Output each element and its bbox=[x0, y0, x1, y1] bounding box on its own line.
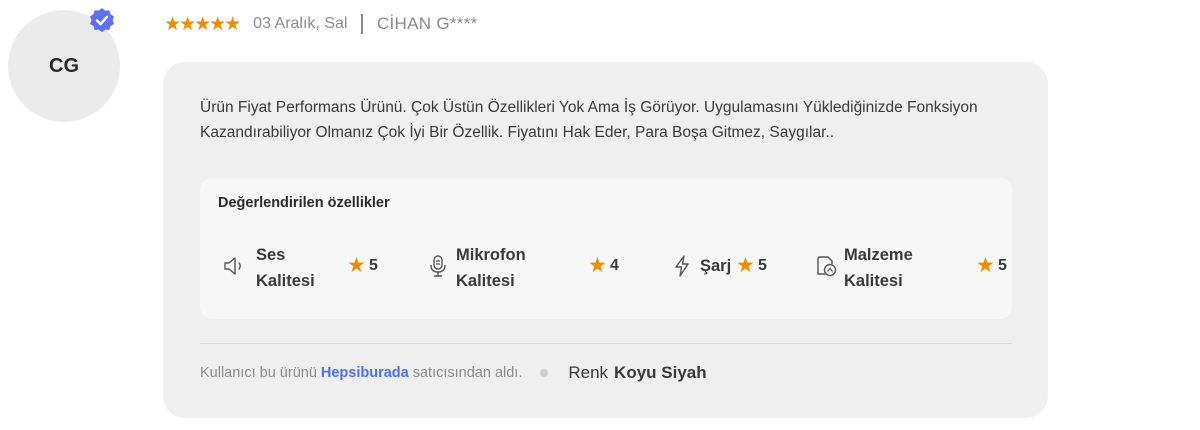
feature-rating: 5 bbox=[369, 257, 378, 274]
footer-dot bbox=[540, 369, 549, 377]
purchase-info: Kullanıcı bu ürünü Hepsiburada satıcısın… bbox=[200, 362, 707, 384]
avatar-initials: CG bbox=[49, 54, 79, 77]
review-text: Ürün Fiyat Performans Ürünü. Çok Üstün Ö… bbox=[200, 99, 978, 141]
color-label: Renk bbox=[568, 363, 609, 382]
star-icon: ★ bbox=[588, 254, 607, 277]
rated-features-panel: Değerlendirilen özellikler Ses Kalitesi … bbox=[200, 178, 1012, 319]
reviewer-avatar-wrap: CG bbox=[8, 8, 120, 122]
feature-name: Malzeme Kalitesi bbox=[844, 242, 913, 294]
card-divider bbox=[200, 343, 1012, 344]
verified-badge-icon bbox=[90, 8, 114, 33]
seller-link[interactable]: Hepsiburada bbox=[321, 365, 409, 381]
feature-name-line2: Kalitesi bbox=[456, 272, 515, 290]
purchase-prefix: Kullanıcı bu ürünü bbox=[200, 365, 317, 381]
speaker-icon bbox=[224, 257, 241, 275]
review-header: ★★★★★ 03 Aralık, Sal CİHAN G**** bbox=[164, 12, 478, 36]
feature-rating: 4 bbox=[610, 257, 619, 274]
review-date: 03 Aralık, Sal bbox=[253, 15, 348, 32]
feature-sound-quality: Ses Kalitesi ★ 5 bbox=[222, 240, 392, 294]
star-icon: ★ bbox=[976, 254, 995, 277]
feature-charging: Şarj ★ 5 bbox=[670, 240, 780, 294]
header-separator bbox=[361, 14, 363, 34]
feature-microphone-quality: Mikrofon Kalitesi ★ 4 bbox=[426, 240, 636, 294]
feature-name: Mikrofon Kalitesi bbox=[456, 242, 526, 294]
star-icon: ★ bbox=[347, 254, 366, 277]
feature-rating: 5 bbox=[998, 257, 1007, 274]
lightning-icon bbox=[675, 255, 689, 277]
feature-name-line1: Malzeme bbox=[844, 246, 913, 264]
rating-stars: ★★★★★ bbox=[164, 13, 241, 35]
feature-name-line1: Mikrofon bbox=[456, 246, 526, 264]
feature-name: Şarj bbox=[700, 254, 731, 278]
feature-material-quality: Malzeme Kalitesi ★ 5 bbox=[814, 240, 1012, 294]
review-card: Ürün Fiyat Performans Ürünü. Çok Üstün Ö… bbox=[163, 62, 1048, 418]
features-title: Değerlendirilen özellikler bbox=[218, 195, 390, 211]
feature-name-line1: Şarj bbox=[700, 257, 732, 275]
material-icon bbox=[817, 256, 837, 277]
reviewer-name: CİHAN G**** bbox=[376, 14, 478, 33]
color-value: Koyu Siyah bbox=[614, 363, 707, 382]
feature-name: Ses Kalitesi bbox=[256, 242, 315, 294]
feature-name-line1: Ses bbox=[256, 246, 286, 264]
feature-rating: 5 bbox=[758, 257, 767, 274]
purchase-suffix: satıcısından aldı. bbox=[412, 365, 523, 381]
star-icon: ★ bbox=[736, 254, 755, 277]
feature-name-line2: Kalitesi bbox=[256, 272, 315, 290]
feature-name-line2: Kalitesi bbox=[844, 272, 903, 290]
microphone-icon bbox=[430, 255, 446, 277]
